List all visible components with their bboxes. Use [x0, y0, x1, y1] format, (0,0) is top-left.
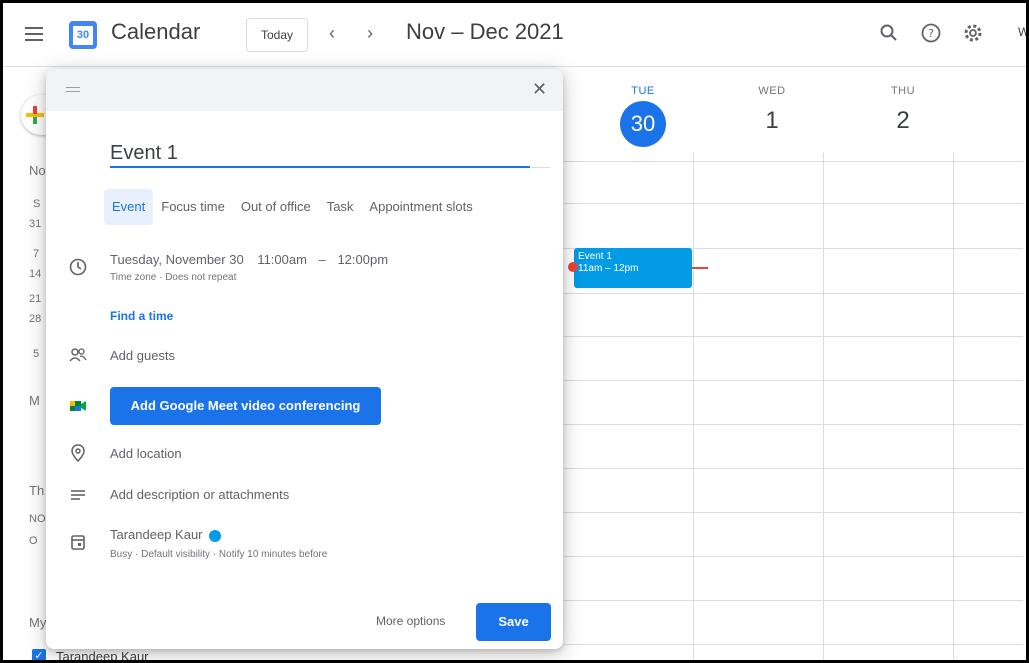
day-header-fri[interactable]: F: [978, 85, 1026, 97]
grid-divider: [823, 153, 824, 660]
calendar-owner-row[interactable]: Tarandeep Kaur: [110, 527, 221, 542]
event-chip-time: 11am – 12pm: [578, 263, 639, 274]
event-title-input[interactable]: [110, 137, 550, 169]
day-header-tue[interactable]: TUE 30: [588, 85, 698, 147]
chevron-left-icon[interactable]: ‹: [329, 23, 335, 44]
end-time[interactable]: 12:00pm: [337, 252, 388, 267]
description-icon: [71, 490, 85, 500]
event-chip[interactable]: Event 1 11am – 12pm: [574, 248, 692, 288]
sidebar: [3, 67, 47, 660]
hour-line: [563, 468, 1023, 469]
tab-out-of-office[interactable]: Out of office: [233, 189, 319, 225]
more-options-button[interactable]: More options: [376, 614, 445, 628]
google-meet-icon: [70, 401, 86, 411]
title-focus-underline: [110, 166, 530, 168]
hour-line: [563, 203, 1023, 204]
tab-event[interactable]: Event: [104, 189, 154, 225]
mini-cal-cell[interactable]: 28: [29, 313, 41, 325]
sidebar-heading: M: [29, 393, 40, 408]
plus-icon: [26, 106, 44, 124]
mini-cal-cell[interactable]: 21: [29, 293, 41, 305]
drag-handle-icon[interactable]: [66, 87, 80, 95]
guests-icon: [69, 348, 87, 362]
event-quick-create-dialog: ✕ Event Focus time Out of office Task Ap…: [46, 69, 563, 649]
logo-day: 30: [73, 26, 93, 45]
app-title: Calendar: [111, 19, 201, 44]
sidebar-heading: Th: [29, 483, 45, 498]
day-number[interactable]: 2: [848, 105, 958, 151]
tab-focus-time[interactable]: Focus time: [153, 189, 233, 225]
hour-line: [563, 336, 1023, 337]
mini-cal-cell[interactable]: 31: [29, 218, 41, 230]
save-button[interactable]: Save: [476, 603, 551, 641]
svg-text:?: ?: [928, 27, 934, 40]
add-description-field[interactable]: Add description or attachments: [110, 487, 289, 502]
app-window: 30 Calendar Today ‹ › Nov – Dec 2021 ? W…: [0, 0, 1029, 663]
sidebar-heading: My: [29, 615, 47, 630]
day-number[interactable]: 30: [620, 101, 666, 147]
calendar-color-dot: [208, 529, 221, 542]
mini-cal-cell[interactable]: S: [33, 198, 40, 210]
clock-icon: [69, 258, 87, 276]
start-time[interactable]: 11:00am: [257, 252, 307, 267]
tab-task[interactable]: Task: [319, 189, 362, 225]
calendar-logo-icon: 30: [69, 21, 97, 49]
hour-line: [563, 293, 1023, 294]
close-icon[interactable]: ✕: [532, 79, 547, 100]
profile-button[interactable]: W: [1018, 25, 1026, 39]
hour-line: [563, 556, 1023, 557]
date-range-title: Nov – Dec 2021: [406, 19, 564, 44]
add-location-field[interactable]: Add location: [110, 446, 182, 461]
search-icon[interactable]: [877, 21, 901, 45]
hour-line: [563, 600, 1023, 601]
date-time-row[interactable]: Tuesday, November 30 11:00am – 12:00pm: [110, 252, 388, 267]
settings-gear-icon[interactable]: [961, 21, 985, 45]
main-menu-icon[interactable]: [25, 27, 43, 41]
chevron-right-icon[interactable]: ›: [367, 23, 373, 44]
calendar-icon: [71, 535, 85, 550]
event-date[interactable]: Tuesday, November 30: [110, 252, 244, 267]
mini-cal-cell[interactable]: 7: [33, 248, 39, 260]
day-of-week: F: [978, 85, 1026, 97]
mini-cal-cell[interactable]: 14: [29, 268, 41, 280]
current-time-line: [692, 267, 708, 269]
day-of-week: TUE: [631, 85, 655, 97]
event-type-tabs: Event Focus time Out of office Task Appo…: [104, 189, 481, 225]
time-zone-repeat[interactable]: Time zone · Does not repeat: [110, 272, 236, 283]
hour-line: [563, 424, 1023, 425]
day-of-week: THU: [890, 85, 916, 97]
current-time-dot: [568, 262, 578, 272]
sidebar-text: NO: [29, 513, 46, 525]
help-icon[interactable]: ?: [919, 21, 943, 45]
hour-line: [563, 161, 1023, 162]
day-header-wed[interactable]: WED 1: [717, 85, 827, 151]
calendar-checkbox[interactable]: ✓: [32, 649, 46, 660]
add-google-meet-button[interactable]: Add Google Meet video conferencing: [110, 387, 381, 425]
event-chip-title: Event 1: [578, 251, 612, 262]
hour-line: [563, 380, 1023, 381]
calendar-list-item-label: Tarandeep Kaur: [56, 649, 149, 663]
owner-settings[interactable]: Busy · Default visibility · Notify 10 mi…: [110, 549, 327, 560]
calendar-owner-name: Tarandeep Kaur: [110, 527, 203, 542]
add-guests-field[interactable]: Add guests: [110, 348, 175, 363]
tab-appointment-slots[interactable]: Appointment slots: [361, 189, 480, 225]
find-a-time-link[interactable]: Find a time: [110, 309, 173, 323]
top-bar: 30 Calendar Today ‹ › Nov – Dec 2021 ? W: [3, 3, 1026, 67]
grid-divider: [693, 153, 694, 660]
day-of-week: WED: [758, 85, 786, 97]
location-pin-icon: [71, 444, 85, 463]
grid-divider: [953, 153, 954, 660]
day-number[interactable]: 1: [717, 105, 827, 151]
hour-line: [563, 512, 1023, 513]
dialog-header[interactable]: ✕: [46, 69, 563, 111]
day-header-thu[interactable]: THU 2: [848, 85, 958, 151]
mini-cal-cell[interactable]: 5: [33, 348, 39, 360]
hour-line: [563, 644, 1023, 645]
sidebar-text: O: [29, 535, 38, 547]
title-underline: [530, 167, 550, 168]
today-button[interactable]: Today: [246, 18, 308, 52]
mini-month-title: No: [29, 163, 46, 178]
